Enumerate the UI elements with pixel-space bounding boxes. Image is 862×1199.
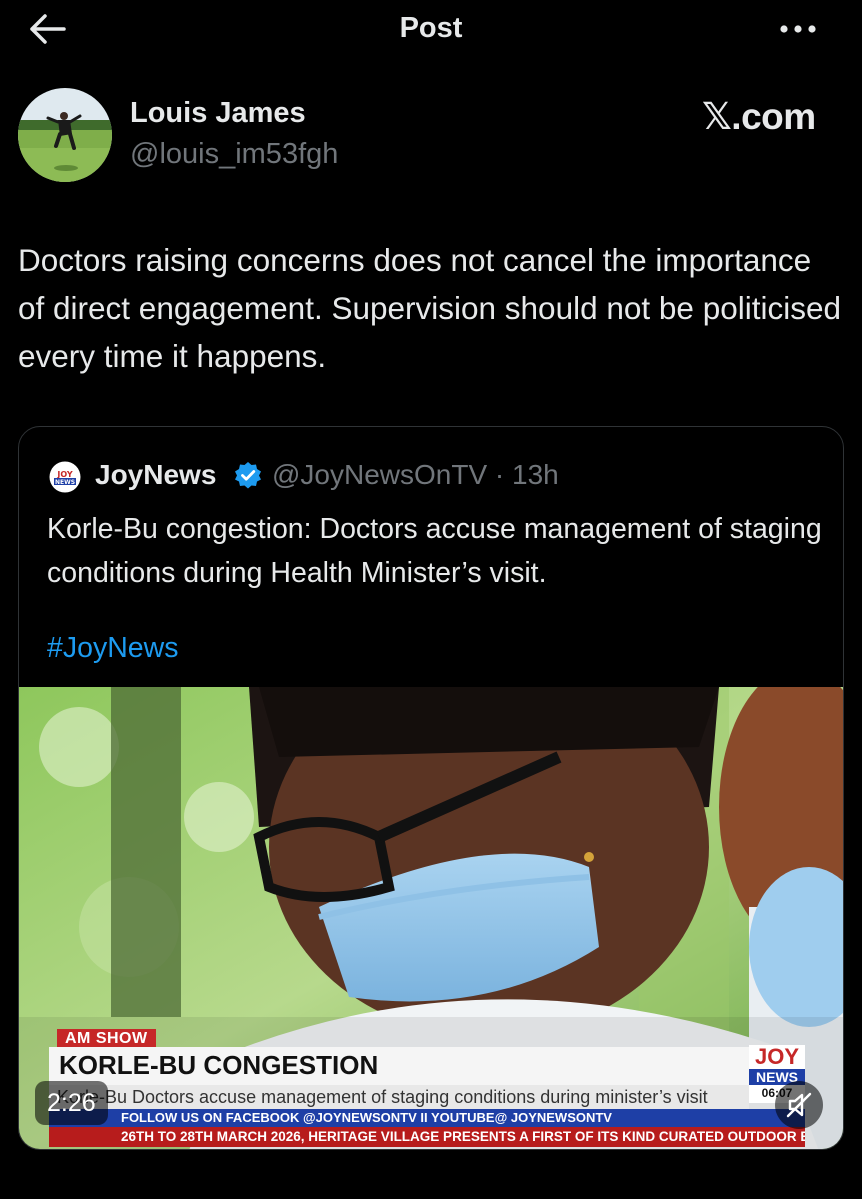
- ticker-social: FOLLOW US ON FACEBOOK @JOYNEWSONTV II YO…: [49, 1109, 805, 1127]
- more-button[interactable]: [776, 14, 820, 44]
- author-handle[interactable]: @louis_im53fgh: [130, 138, 338, 171]
- video-duration: 2:26: [35, 1081, 108, 1125]
- post-text: Doctors raising concerns does not cancel…: [18, 242, 842, 374]
- mute-button[interactable]: [775, 1081, 823, 1129]
- quoted-handle-time[interactable]: @JoyNewsOnTV · 13h: [272, 459, 559, 491]
- source-watermark: 𝕏.com: [702, 96, 816, 137]
- video-subline: Korle-Bu Doctors accuse management of st…: [49, 1085, 749, 1109]
- muted-speaker-icon: [786, 1092, 812, 1118]
- lower-third-label: AM SHOW: [57, 1029, 156, 1049]
- verified-badge-icon: [233, 460, 263, 490]
- svg-text:JOY: JOY: [56, 470, 72, 479]
- hashtag-link[interactable]: #JoyNews: [47, 632, 178, 665]
- quoted-author-name[interactable]: JoyNews: [95, 459, 216, 491]
- svg-text:NEWS: NEWS: [55, 479, 75, 486]
- video-headline: KORLE-BU CONGESTION: [59, 1050, 379, 1080]
- video-player[interactable]: AM SHOW KORLE-BU CONGESTION Korle-Bu Doc…: [19, 687, 843, 1149]
- quoted-post-text: Korle-Bu congestion: Doctors accuse mana…: [47, 513, 822, 589]
- ticker-events: 26TH TO 28TH MARCH 2026, HERITAGE VILLAG…: [49, 1127, 805, 1147]
- more-horizontal-icon: [780, 25, 816, 33]
- avatar[interactable]: [18, 88, 112, 182]
- lower-third-bar: KORLE-BU CONGESTION: [49, 1047, 749, 1085]
- author-name[interactable]: Louis James: [130, 97, 306, 130]
- joynews-logo-icon[interactable]: JOY NEWS: [49, 461, 81, 493]
- channel-logo-top: JOY: [754, 1044, 800, 1069]
- page-title: Post: [399, 12, 463, 44]
- top-bar: Post: [0, 0, 862, 60]
- quoted-post[interactable]: JOY NEWS JoyNews @JoyNewsOnTV · 13h Korl…: [18, 426, 844, 1150]
